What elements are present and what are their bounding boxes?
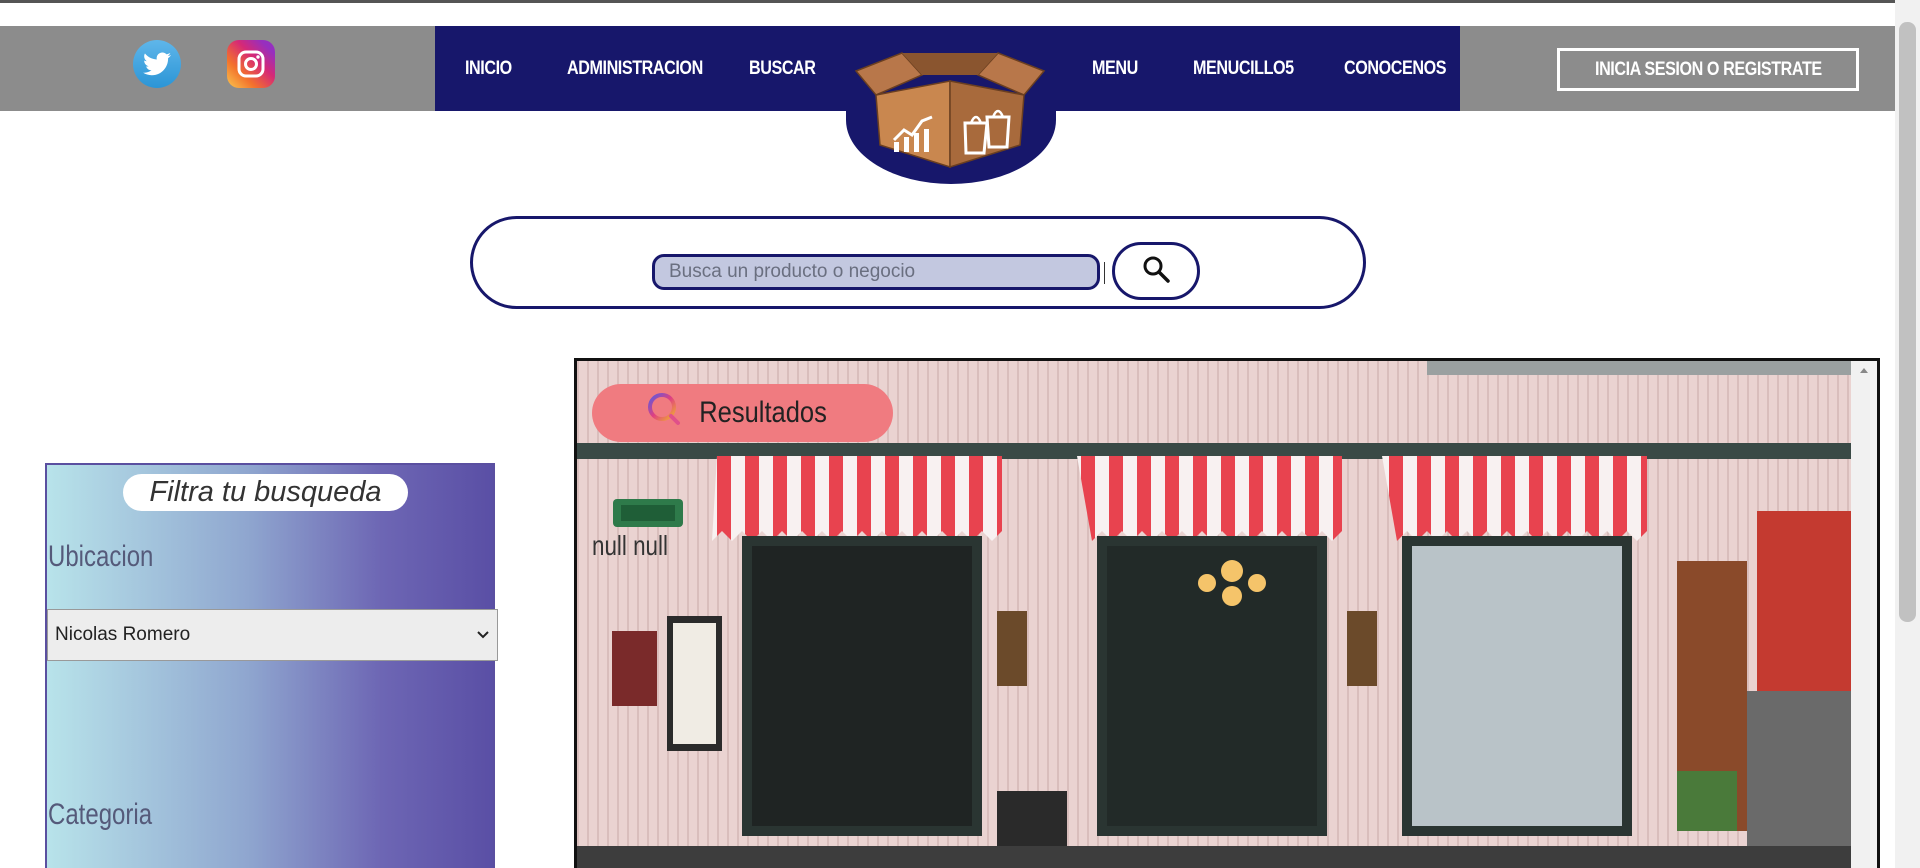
results-badge: Resultados [592,384,893,442]
search-button[interactable] [1112,242,1200,300]
location-label: Ubicacion [48,540,154,573]
page-scrollbar-thumb[interactable] [1899,22,1916,622]
nav-menu[interactable]: MENU [1092,26,1138,111]
login-register-label: INICIA SESION O REGISTRATE [1594,58,1822,80]
twitter-icon[interactable] [133,40,181,88]
location-select[interactable]: Nicolas Romero [47,609,498,661]
location-select-value: Nicolas Romero [55,624,191,645]
instagram-icon[interactable] [227,40,275,88]
results-label: Resultados [699,396,828,429]
filter-title: Filtra tu busqueda [123,474,408,511]
chevron-down-icon [476,624,490,646]
search-icon [1141,254,1171,289]
null-result-text: null null [592,530,668,561]
nav-administracion[interactable]: ADMINISTRACION [567,26,703,111]
top-border [0,0,1920,3]
nav-menucillo5[interactable]: MENUCILLO5 [1193,26,1294,111]
text-caret [1104,262,1105,284]
nav-inicio[interactable]: INICIO [465,26,512,111]
search-icon [646,391,682,435]
login-register-button[interactable]: INICIA SESION O REGISTRATE [1557,48,1859,91]
nav-conocenos[interactable]: CONOCENOS [1344,26,1446,111]
results-scrollbar[interactable] [1851,361,1877,868]
nav-buscar[interactable]: BUSCAR [749,26,816,111]
category-label: Categoria [48,798,153,831]
logo-box-icon[interactable] [850,45,1050,170]
search-input[interactable] [652,254,1100,290]
